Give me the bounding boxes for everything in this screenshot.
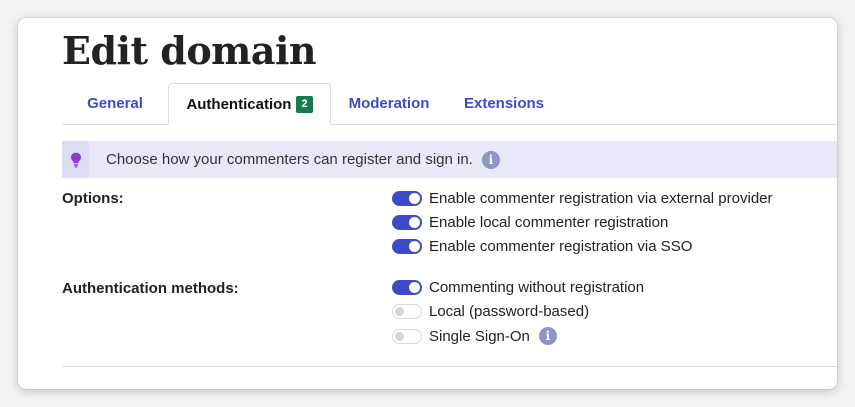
option-sso-registration: Enable commenter registration via SSO [392,235,692,257]
page-title: Edit domain [62,28,317,73]
bottom-divider [62,366,837,367]
method-local-password: Local (password-based) [392,300,589,322]
tab-general[interactable]: General [62,83,168,124]
local-password-label: Local (password-based) [429,302,590,320]
no-registration-label: Commenting without registration [429,278,645,296]
method-single-sign-on: Single Sign-On i [392,325,557,347]
option-external-provider: Enable commenter registration via extern… [392,187,773,209]
local-password-toggle[interactable] [392,303,422,319]
single-sign-on-label: Single Sign-On [429,327,530,345]
single-sign-on-toggle[interactable] [392,328,422,344]
method-no-registration: Commenting without registration [392,276,644,298]
info-icon[interactable]: i [481,150,500,169]
info-banner-text: Choose how your commenters can register … [106,151,473,168]
tab-moderation-label: Moderation [348,95,430,112]
sso-registration-label: Enable commenter registration via SSO [429,237,693,255]
auth-methods-label: Authentication methods: [62,280,239,297]
no-registration-toggle[interactable] [392,279,422,295]
tab-moderation[interactable]: Moderation [331,83,447,124]
tab-bar: General Authentication 2 Moderation Exte… [62,83,837,125]
lightbulb-icon [62,141,89,178]
edit-domain-window: Edit domain General Authentication 2 Mod… [18,18,837,389]
tab-authentication-label: Authentication [186,95,292,113]
tab-extensions[interactable]: Extensions [447,83,561,124]
external-provider-toggle[interactable] [392,190,422,206]
sso-registration-toggle[interactable] [392,238,422,254]
tab-authentication[interactable]: Authentication 2 [168,83,331,125]
options-label: Options: [62,190,124,207]
external-provider-label: Enable commenter registration via extern… [429,189,773,207]
info-banner: Choose how your commenters can register … [62,141,837,178]
sso-info-icon[interactable]: i [538,327,557,345]
tab-general-label: General [87,95,143,112]
local-registration-label: Enable local commenter registration [429,213,669,231]
local-registration-toggle[interactable] [392,214,422,230]
tab-authentication-badge: 2 [296,95,313,113]
option-local-registration: Enable local commenter registration [392,211,668,233]
tab-extensions-label: Extensions [463,95,545,112]
